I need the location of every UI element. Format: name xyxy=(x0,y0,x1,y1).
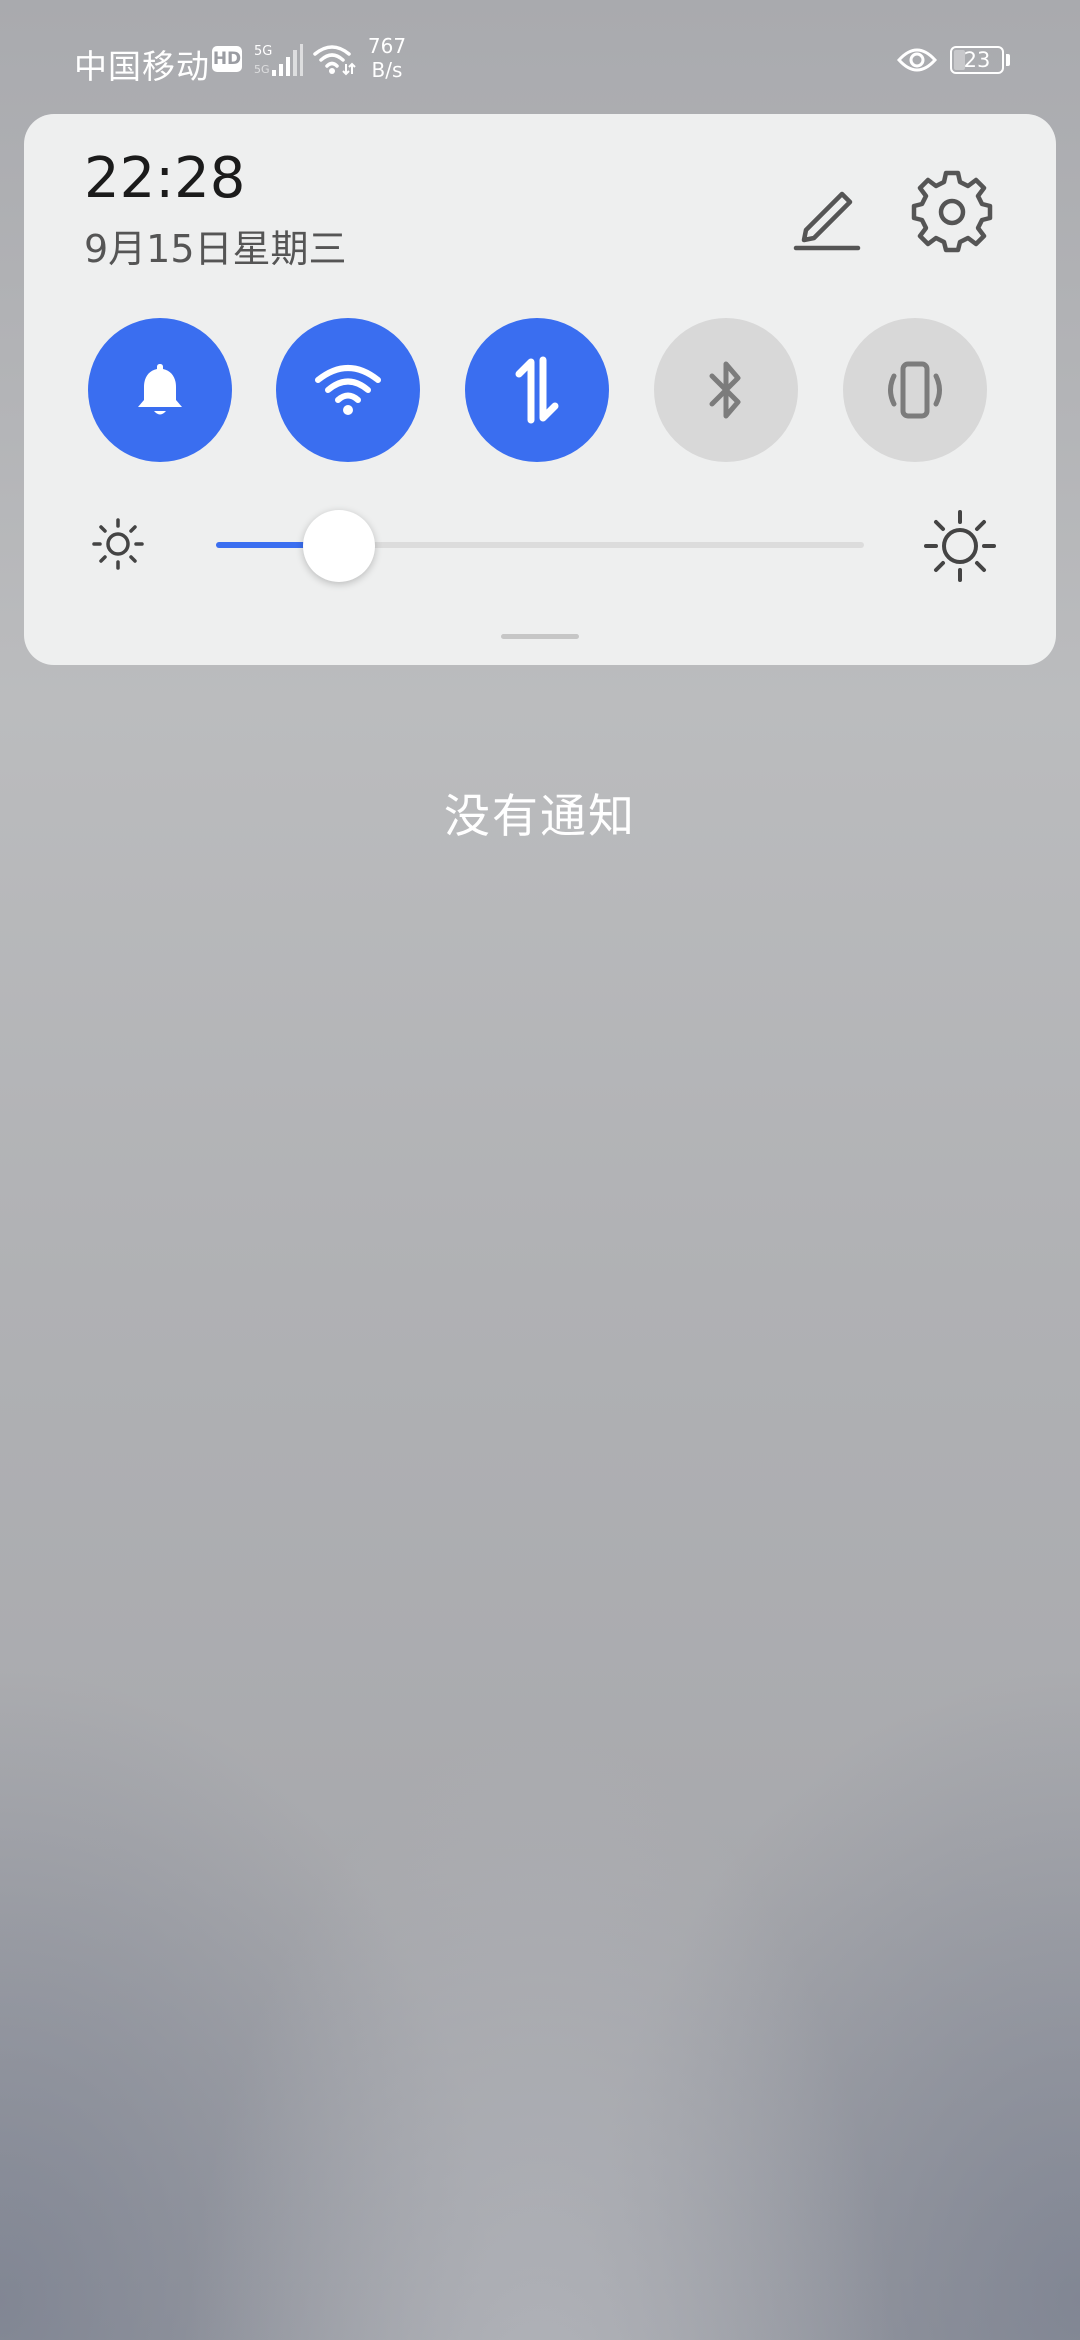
network-speed-value: 767 xyxy=(367,34,407,58)
toggle-mobile-data[interactable] xyxy=(465,318,609,462)
eye-icon xyxy=(896,48,938,72)
battery-tip xyxy=(1006,54,1010,66)
date[interactable]: 9月15日星期三 xyxy=(84,218,347,273)
battery-icon: 23 xyxy=(950,46,1004,74)
settings-button[interactable] xyxy=(904,164,1000,260)
network-sub-label: 5G xyxy=(254,63,270,76)
brightness-thumb[interactable] xyxy=(303,510,376,582)
sun-large-icon xyxy=(924,510,996,582)
no-notifications-text: 没有通知 xyxy=(444,789,636,843)
carrier-name: 中国移动 xyxy=(74,47,210,86)
pencil-icon xyxy=(793,191,861,251)
toggle-bluetooth[interactable] xyxy=(654,318,798,462)
clock[interactable]: 22:28 xyxy=(84,146,245,211)
edit-button[interactable] xyxy=(774,164,870,260)
status-bar: 中国移动 HD 5G 5G 767 B/s 23 xyxy=(0,0,1080,112)
battery-level: 23 xyxy=(963,48,991,72)
toggle-wifi[interactable] xyxy=(276,318,420,462)
wifi-icon xyxy=(313,45,356,76)
bluetooth-icon xyxy=(709,361,741,419)
toggle-vibrate[interactable] xyxy=(843,318,987,462)
network-speed-unit: B/s xyxy=(371,58,403,82)
wifi-icon xyxy=(315,365,381,415)
quick-settings-panel: 22:28 9月15日星期三 xyxy=(24,114,1056,665)
vibrate-icon xyxy=(888,361,942,419)
gear-icon xyxy=(911,170,993,253)
network-type-label: 5G xyxy=(254,44,272,59)
sun-small-icon xyxy=(92,518,144,570)
network-speed: 767 B/s xyxy=(362,34,412,82)
panel-drag-handle[interactable] xyxy=(501,634,579,639)
hd-icon: HD xyxy=(212,46,242,72)
bell-icon xyxy=(138,364,182,415)
toggle-sound[interactable] xyxy=(88,318,232,462)
signal-icon: 5G 5G xyxy=(254,44,303,76)
data-transfer-icon xyxy=(515,356,559,424)
